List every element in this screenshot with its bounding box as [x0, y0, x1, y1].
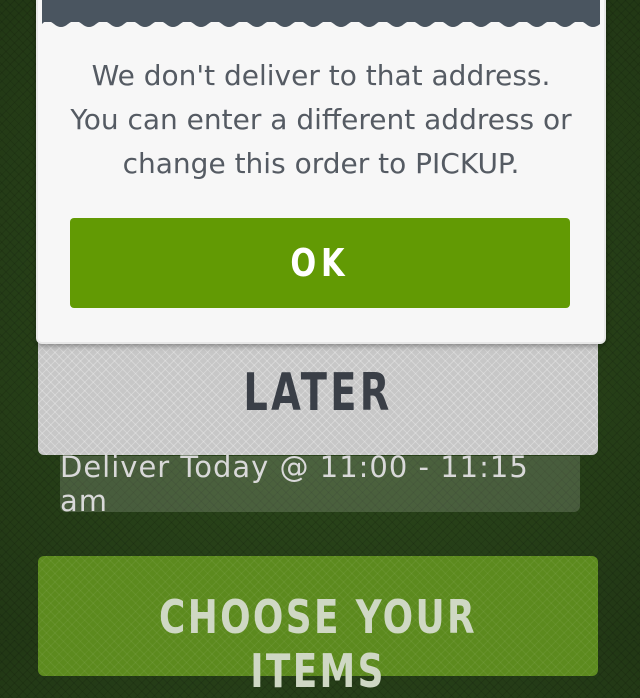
dialog-message-line-2: You can enter a different address or — [70, 103, 572, 136]
dialog-message-line-1: We don't deliver to that address. — [91, 59, 551, 92]
dialog-message: We don't deliver to that address. You ca… — [38, 54, 604, 186]
choose-your-items-label: CHOOSE YOUR ITEMS — [159, 590, 477, 698]
choose-your-items-button[interactable]: CHOOSE YOUR ITEMS — [38, 556, 598, 698]
dialog-message-line-3: change this order to PICKUP. — [122, 147, 520, 180]
later-label: LATER — [243, 363, 393, 423]
later-option-card[interactable]: LATER — [38, 335, 598, 455]
wavy-edge — [42, 20, 600, 27]
ok-button[interactable]: OK — [70, 218, 570, 308]
delivery-error-dialog: We don't deliver to that address. You ca… — [36, 0, 606, 344]
dialog-header — [42, 0, 600, 27]
ok-button-label: OK — [290, 241, 350, 285]
delivery-schedule-text: Deliver Today @ 11:00 - 11:15 am — [60, 450, 529, 518]
delivery-schedule-bar[interactable]: Deliver Today @ 11:00 - 11:15 am — [60, 450, 580, 518]
